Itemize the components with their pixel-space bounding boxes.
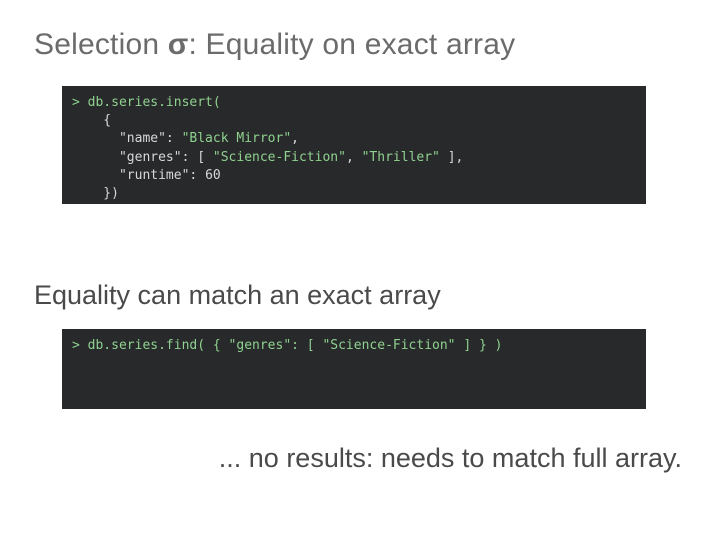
- code-line: "genres": [ "Science-Fiction", "Thriller…: [72, 150, 463, 165]
- sigma-symbol: σ: [168, 28, 189, 61]
- title-text-post: : Equality on exact array: [188, 28, 515, 61]
- footnote-text: ... no results: needs to match full arra…: [34, 443, 686, 474]
- code-line: db.series.find( { "genres": [ "Science-F…: [88, 338, 503, 353]
- code-line: }): [72, 186, 119, 201]
- prompt: >: [72, 338, 88, 353]
- code-line: {: [72, 113, 111, 128]
- code-line: "name": "Black Mirror",: [72, 131, 299, 146]
- code-block-find: > db.series.find( { "genres": [ "Science…: [62, 329, 646, 409]
- title-text-pre: Selection: [34, 28, 168, 61]
- code-block-insert: > db.series.insert( { "name": "Black Mir…: [62, 86, 646, 204]
- slide-title: Selection σ: Equality on exact array: [34, 28, 686, 62]
- code-line: db.series.insert(: [88, 95, 221, 110]
- sub-heading: Equality can match an exact array: [34, 280, 686, 311]
- prompt: >: [72, 95, 88, 110]
- code-line: "runtime": 60: [72, 168, 221, 183]
